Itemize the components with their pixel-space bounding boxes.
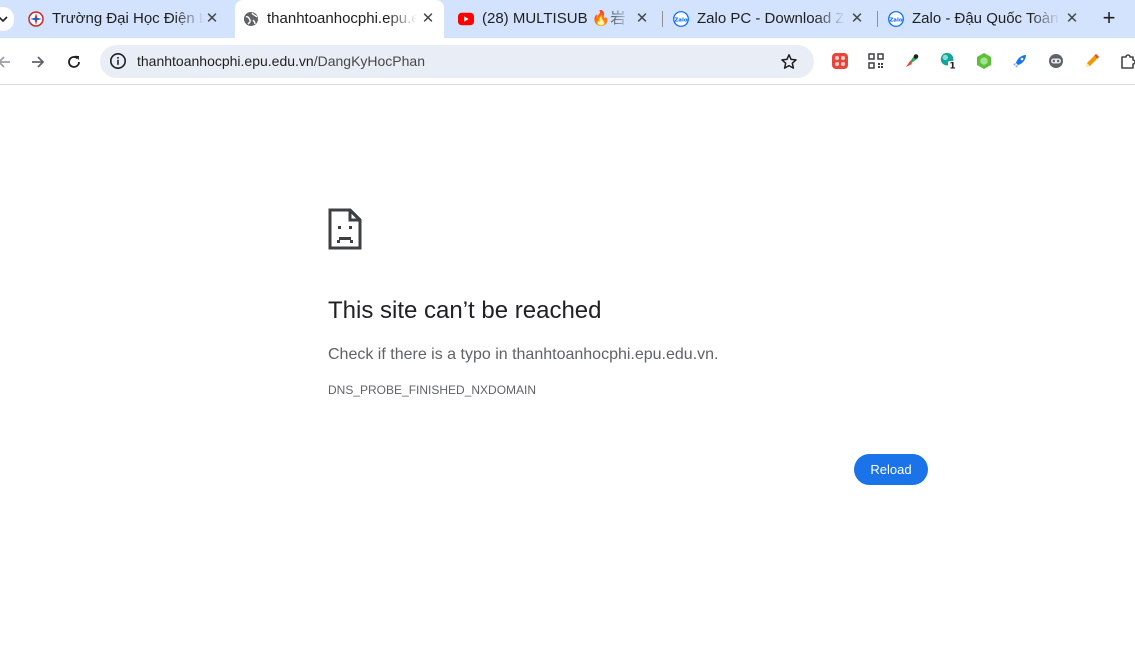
- close-icon[interactable]: ✕: [849, 11, 865, 27]
- hexagon-extension-icon[interactable]: [975, 52, 993, 70]
- error-title: This site can’t be reached: [328, 297, 602, 324]
- tab-fade: [1030, 8, 1060, 30]
- close-icon[interactable]: ✕: [1064, 11, 1080, 27]
- color-picker-extension-icon[interactable]: [903, 52, 921, 70]
- reload-toolbar-button[interactable]: [62, 50, 86, 74]
- tab-separator: [877, 11, 878, 27]
- close-icon[interactable]: ✕: [420, 11, 436, 27]
- tab-thanhtoanhocphi[interactable]: thanhtoanhocphi.epu.edu.vn ✕: [235, 0, 444, 38]
- pencil-extension-icon[interactable]: [1083, 52, 1101, 70]
- badge-extension-icon[interactable]: 1: [939, 52, 957, 71]
- forward-button[interactable]: [26, 50, 50, 74]
- tab-fade: [815, 8, 845, 30]
- new-tab-button[interactable]: +: [1098, 7, 1120, 30]
- robot-extension-icon[interactable]: [1047, 52, 1065, 70]
- tab-zalo-chat[interactable]: Zalo Zalo - Đậu Quốc Toàn ✕: [880, 0, 1090, 38]
- svg-text:Zalo: Zalo: [889, 18, 903, 24]
- sad-document-icon: [328, 208, 362, 250]
- tab-strip: Trường Đại Học Điện Lực ✕ thanhtoanhocph…: [0, 0, 1135, 38]
- reload-icon: [68, 55, 80, 68]
- error-subtitle: Check if there is a typo in thanhtoanhoc…: [328, 346, 719, 363]
- zalo-icon: Zalo: [888, 11, 904, 27]
- bookmark-star-icon[interactable]: [778, 51, 800, 73]
- url-path: /DangKyHocPhan: [313, 53, 426, 69]
- svg-text:1: 1: [949, 62, 955, 71]
- qr-code-extension-icon[interactable]: [867, 52, 885, 70]
- back-button[interactable]: [0, 50, 16, 74]
- tab-search-button[interactable]: [0, 7, 14, 31]
- puzzle-extensions-icon[interactable]: [1119, 52, 1135, 70]
- zalo-icon: Zalo: [673, 11, 689, 27]
- tab-fade: [387, 8, 417, 30]
- chevron-down-icon: [0, 16, 8, 23]
- error-code: DNS_PROBE_FINISHED_NXDOMAIN: [328, 383, 537, 397]
- url-text: thanhtoanhocphi.epu.edu.vn/DangKyHocPhan: [137, 53, 425, 70]
- tab-youtube-multisub[interactable]: (28) MULTISUB 🔥岩 ✕: [450, 0, 660, 38]
- arrow-right-icon: [32, 56, 45, 68]
- tab-fade: [174, 8, 204, 30]
- tab-fade: [602, 8, 632, 30]
- epu-logo-icon: [28, 11, 44, 27]
- gift-extension-icon[interactable]: [831, 52, 849, 70]
- close-icon[interactable]: ✕: [634, 11, 650, 27]
- arrow-left-icon: [0, 56, 10, 68]
- tab-epu-home[interactable]: Trường Đại Học Điện Lực ✕: [20, 0, 232, 38]
- address-bar[interactable]: thanhtoanhocphi.epu.edu.vn/DangKyHocPhan: [100, 45, 814, 78]
- url-host: thanhtoanhocphi.epu.edu.vn: [137, 53, 314, 69]
- youtube-icon: [458, 11, 474, 27]
- tab-separator: [662, 11, 663, 27]
- reload-button[interactable]: Reload: [854, 454, 928, 485]
- globe-icon: [243, 11, 259, 27]
- site-info-icon[interactable]: [108, 51, 128, 71]
- tab-zalo-download[interactable]: Zalo Zalo PC - Download Zalo ✕: [665, 0, 875, 38]
- toolbar: thanhtoanhocphi.epu.edu.vn/DangKyHocPhan: [0, 38, 1135, 85]
- svg-text:Zalo: Zalo: [674, 18, 688, 24]
- close-icon[interactable]: ✕: [204, 11, 220, 27]
- rocket-extension-icon[interactable]: [1011, 52, 1029, 70]
